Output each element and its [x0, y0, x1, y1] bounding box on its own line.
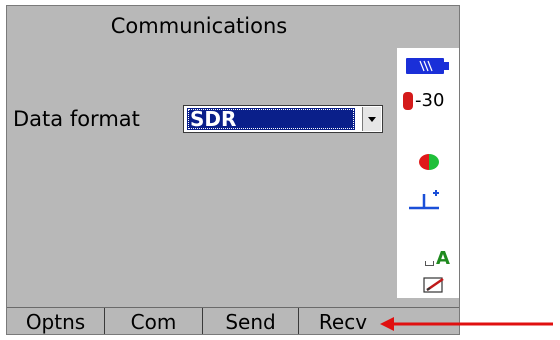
annotation-arrow-icon [380, 317, 553, 331]
